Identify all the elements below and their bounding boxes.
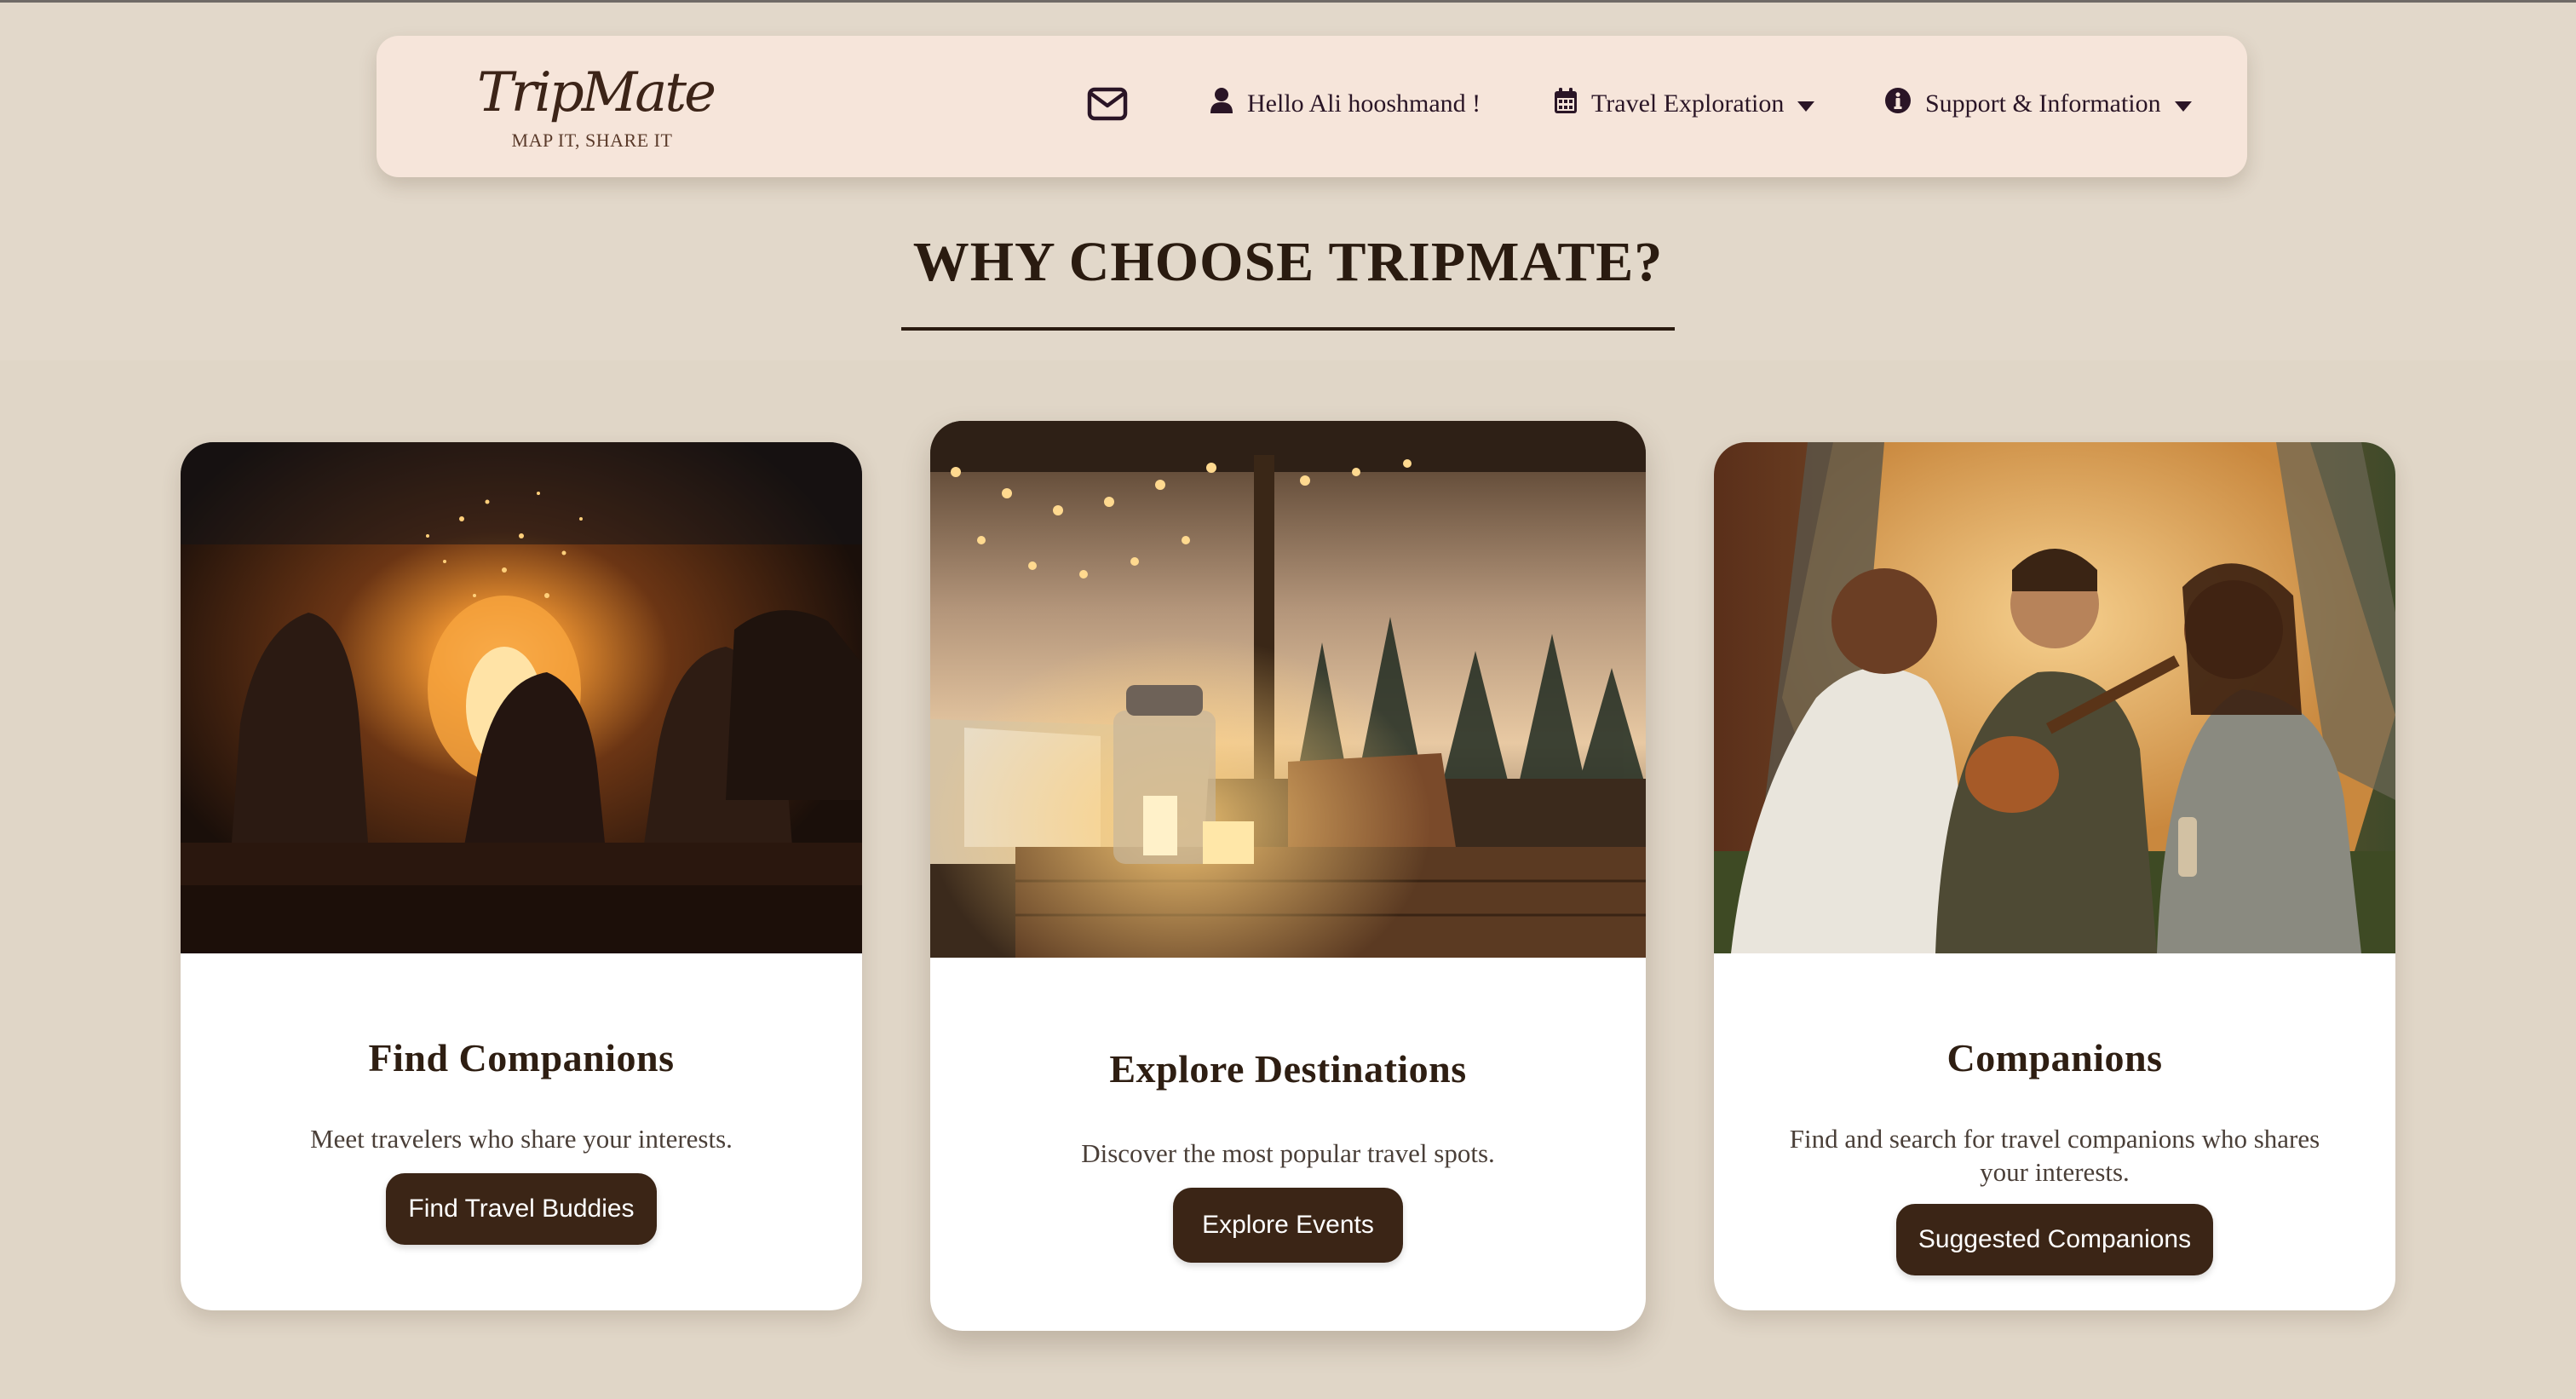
- calendar-icon: [1554, 87, 1578, 121]
- campfire-photo: [181, 442, 862, 953]
- card-description: Meet travelers who share your interests.: [310, 1124, 733, 1154]
- tent-guitar-photo: [1714, 442, 2395, 953]
- user-icon: [1210, 87, 1233, 121]
- logo-wordmark: TripMate: [477, 61, 716, 124]
- feature-card-explore-destinations: Explore Destinations Discover the most p…: [930, 421, 1646, 1331]
- feature-card-find-companions: Find Companions Meet travelers who share…: [181, 442, 862, 1310]
- support-information-label: Support & Information: [1925, 89, 2161, 118]
- card-description: Discover the most popular travel spots.: [1081, 1138, 1495, 1168]
- caret-down-icon: [1797, 89, 1815, 118]
- card-title: Companions: [1946, 1036, 2163, 1079]
- patio-lantern-photo: [930, 421, 1646, 958]
- logo-tagline: MAP IT, SHARE IT: [511, 130, 673, 151]
- card-title: Find Companions: [368, 1036, 675, 1079]
- user-greeting-link[interactable]: Hello Ali hooshmand !: [1210, 80, 1481, 128]
- travel-exploration-label: Travel Exploration: [1591, 89, 1785, 118]
- section-title: WHY CHOOSE TRIPMATE?: [912, 231, 1664, 293]
- tripmate-logo[interactable]: TripMate MAP IT, SHARE IT: [477, 55, 716, 161]
- suggested-companions-button[interactable]: Suggested Companions: [1896, 1204, 2213, 1275]
- card-title: Explore Destinations: [1109, 1047, 1467, 1091]
- title-underline: [901, 327, 1675, 331]
- explore-events-button[interactable]: Explore Events: [1173, 1188, 1403, 1263]
- navbar: TripMate MAP IT, SHARE IT Hello Ali hoos…: [377, 36, 2247, 177]
- envelope-icon[interactable]: [1087, 87, 1128, 121]
- card-description: Find and search for travel companions wh…: [1789, 1124, 2320, 1187]
- user-greeting-label: Hello Ali hooshmand !: [1247, 89, 1481, 118]
- info-circle-icon: [1884, 87, 1912, 121]
- support-information-dropdown[interactable]: Support & Information: [1884, 80, 2192, 128]
- feature-card-companions: Companions Find and search for travel co…: [1714, 442, 2395, 1310]
- caret-down-icon: [2174, 89, 2192, 118]
- find-travel-buddies-button[interactable]: Find Travel Buddies: [386, 1173, 657, 1245]
- travel-exploration-dropdown[interactable]: Travel Exploration: [1554, 80, 1815, 128]
